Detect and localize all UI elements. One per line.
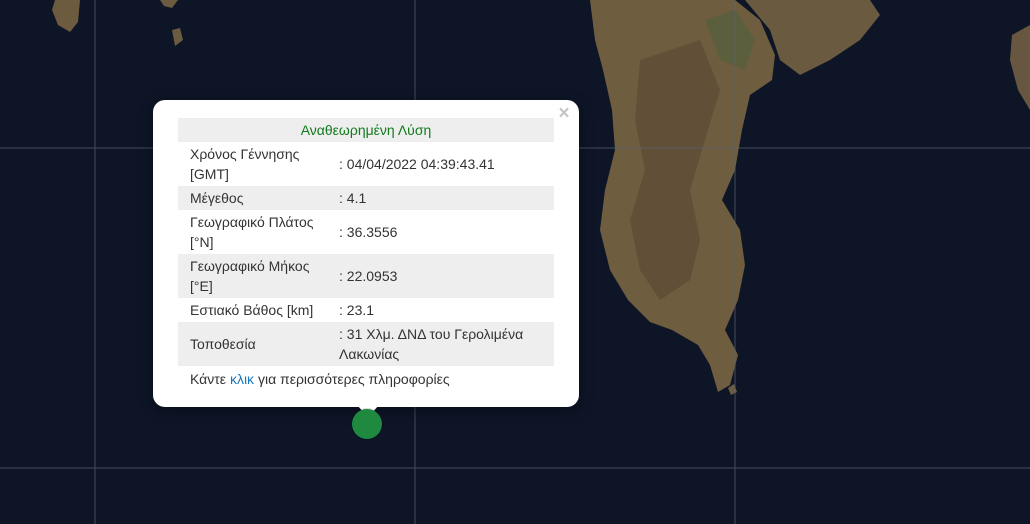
location-value: : 31 Χλμ. ΔΝΔ του Γερολιμένα Λακωνίας xyxy=(331,322,554,366)
longitude-label: Γεωγραφικό Μήκος [°E] xyxy=(178,254,331,298)
origin-time-label: Χρόνος Γέννησης [GMT] xyxy=(190,146,300,182)
latitude-value: : 36.3556 xyxy=(339,224,398,240)
earthquake-marker-icon[interactable] xyxy=(352,409,382,439)
more-info-link[interactable]: κλικ xyxy=(230,371,254,387)
solution-title: Αναθεωρημένη Λύση xyxy=(178,118,554,142)
table-title-row: Αναθεωρημένη Λύση xyxy=(178,118,554,142)
longitude-value: : 22.0953 xyxy=(331,254,554,298)
magnitude-label: Μέγεθος xyxy=(178,186,331,210)
location-label: Τοποθεσία xyxy=(178,322,331,366)
table-row: Εστιακό Βάθος [km] : 23.1 xyxy=(178,298,554,322)
origin-time-value: : 04/04/2022 04:39:43.41 xyxy=(339,156,495,172)
more-info-footer: Κάντε κλικ για περισσότερες πληροφορίες xyxy=(190,371,450,387)
depth-label: Εστιακό Βάθος [km] xyxy=(190,302,314,318)
latitude-label: Γεωγραφικό Πλάτος [°N] xyxy=(190,214,314,250)
table-row: Γεωγραφικό Πλάτος [°N] : 36.3556 xyxy=(178,210,554,254)
close-icon[interactable]: × xyxy=(555,104,573,124)
table-row: Τοποθεσία : 31 Χλμ. ΔΝΔ του Γερολιμένα Λ… xyxy=(178,322,554,366)
magnitude-value: : 4.1 xyxy=(331,186,554,210)
earthquake-info-table: Αναθεωρημένη Λύση Χρόνος Γέννησης [GMT] :… xyxy=(178,118,554,366)
table-row: Μέγεθος : 4.1 xyxy=(178,186,554,210)
depth-value: : 23.1 xyxy=(339,302,375,318)
table-row: Χρόνος Γέννησης [GMT] : 04/04/2022 04:39:… xyxy=(178,142,554,186)
earthquake-popup: × Αναθεωρημένη Λύση Χρόνος Γέννησης [GMT]… xyxy=(153,100,579,407)
table-row: Γεωγραφικό Μήκος [°E] : 22.0953 xyxy=(178,254,554,298)
